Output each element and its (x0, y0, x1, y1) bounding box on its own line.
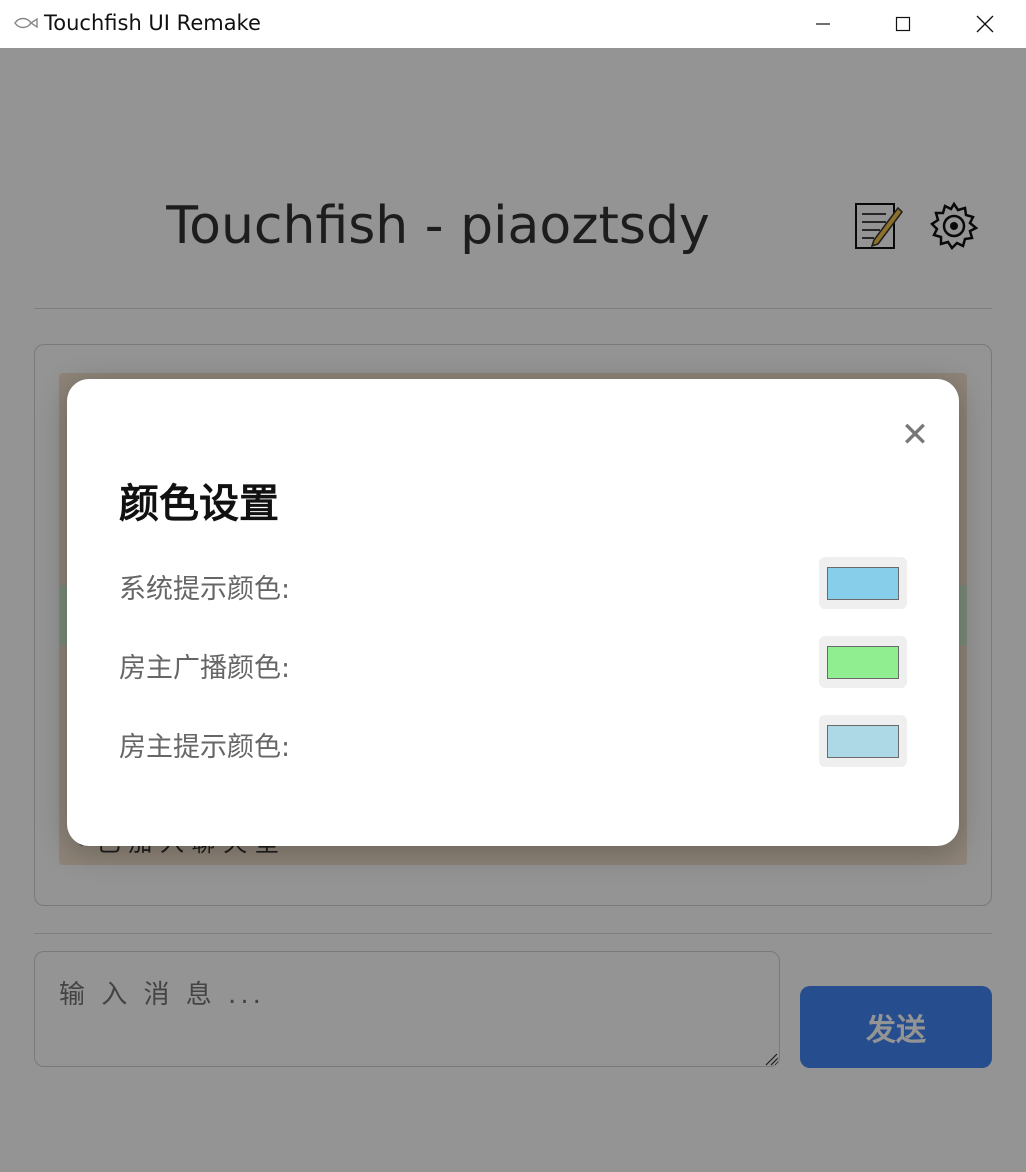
color-swatch (827, 566, 899, 600)
window-title: Touchfish UI Remake (44, 11, 261, 35)
color-row-host-notice: 房主提示颜色: (119, 715, 907, 767)
minimize-icon (816, 23, 830, 25)
maximize-button[interactable] (863, 0, 943, 48)
color-settings-dialog: ✕ 颜色设置 系统提示颜色: 房主广播颜色: 房主提示颜色: (67, 379, 959, 846)
color-row-system: 系统提示颜色: (119, 557, 907, 609)
fish-icon (14, 17, 38, 29)
close-icon (976, 15, 994, 33)
color-swatch (827, 645, 899, 679)
maximize-icon (895, 16, 911, 32)
color-label: 系统提示颜色: (119, 574, 291, 605)
dialog-title: 颜色设置 (119, 481, 279, 527)
color-picker[interactable] (819, 557, 907, 609)
color-picker[interactable] (819, 715, 907, 767)
window-titlebar: Touchfish UI Remake (0, 0, 1026, 48)
color-swatch (827, 724, 899, 758)
color-row-host-broadcast: 房主广播颜色: (119, 636, 907, 688)
dialog-close-button[interactable]: ✕ (897, 417, 933, 453)
color-label: 房主广播颜色: (119, 653, 291, 684)
close-icon: ✕ (900, 415, 930, 455)
color-picker[interactable] (819, 636, 907, 688)
color-label: 房主提示颜色: (119, 732, 291, 763)
minimize-button[interactable] (783, 0, 863, 48)
close-window-button[interactable] (945, 0, 1025, 48)
